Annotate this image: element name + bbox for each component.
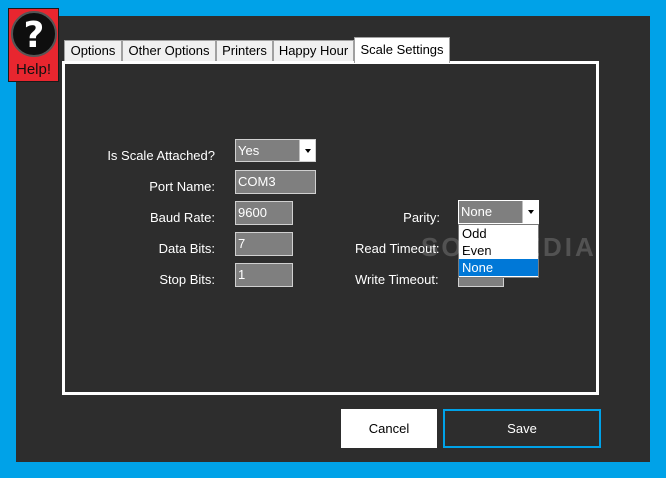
data-bits-label: Data Bits:: [158, 241, 215, 256]
tab-other-options[interactable]: Other Options: [122, 40, 216, 62]
stop-bits-label: Stop Bits:: [159, 272, 215, 287]
baud-rate-field[interactable]: 9600: [235, 201, 293, 225]
port-name-label: Port Name:: [149, 179, 215, 194]
data-bits-field[interactable]: 7: [235, 232, 293, 256]
tab-scale-settings[interactable]: Scale Settings: [354, 37, 450, 63]
tab-happy-hour[interactable]: Happy Hour: [273, 40, 354, 62]
parity-select[interactable]: None: [458, 200, 539, 224]
parity-option-odd[interactable]: Odd: [459, 225, 538, 242]
tab-printers[interactable]: Printers: [216, 40, 273, 62]
chevron-down-icon[interactable]: [299, 140, 315, 161]
scale-attached-select[interactable]: Yes: [235, 139, 316, 162]
stop-bits-field[interactable]: 1: [235, 263, 293, 287]
read-timeout-label: Read Timeout:: [355, 241, 440, 256]
baud-rate-label: Baud Rate:: [149, 210, 215, 225]
parity-value: None: [461, 204, 493, 219]
tab-options[interactable]: Options: [64, 40, 122, 62]
port-name-field[interactable]: COM3: [235, 170, 316, 194]
parity-label: Parity:: [403, 210, 440, 225]
parity-option-even[interactable]: Even: [459, 242, 538, 259]
help-label: Help!: [15, 61, 52, 78]
chevron-down-icon[interactable]: [522, 201, 538, 223]
question-mark-icon: ?: [11, 11, 57, 57]
scale-attached-value: Yes: [238, 143, 260, 158]
write-timeout-label: Write Timeout:: [355, 272, 439, 287]
scale-attached-label: Is Scale Attached?: [107, 148, 215, 163]
help-button[interactable]: ? Help!: [8, 8, 59, 82]
parity-dropdown-list: Odd Even None: [458, 224, 539, 278]
parity-option-none[interactable]: None: [459, 259, 538, 276]
cancel-button[interactable]: Cancel: [341, 409, 437, 448]
save-button[interactable]: Save: [443, 409, 601, 448]
